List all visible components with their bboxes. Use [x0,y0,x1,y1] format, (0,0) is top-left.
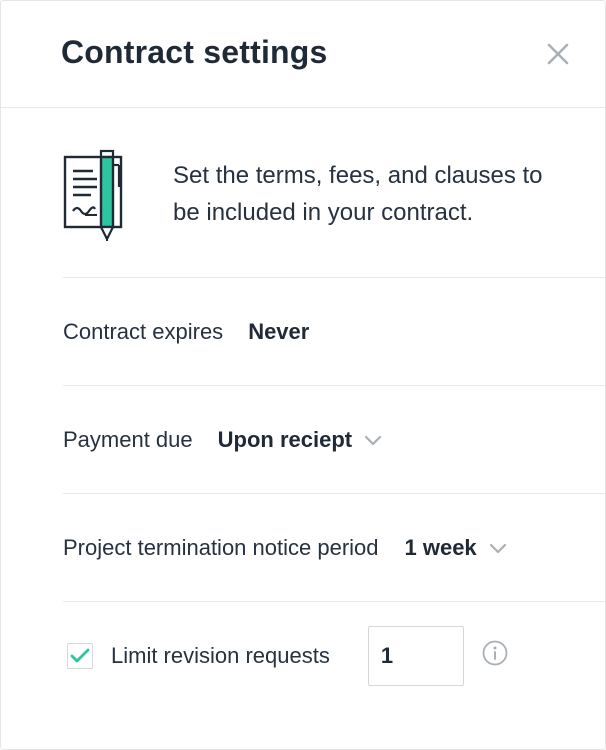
contract-expires-value[interactable]: Never [248,319,309,345]
payment-due-select[interactable]: Upon reciept [218,427,382,453]
revision-limit-label: Limit revision requests [111,642,330,668]
termination-notice-select[interactable]: 1 week [405,535,507,561]
revision-limit-checkbox[interactable] [67,642,93,669]
chevron-down-icon [489,543,506,553]
termination-notice-value: 1 week [404,534,477,560]
notebook-pen-icon [63,149,123,241]
info-button[interactable] [482,640,508,671]
payment-due-label: Payment due [63,426,193,452]
close-button[interactable] [545,41,571,67]
panel-header: Contract settings [1,1,605,108]
chevron-down-icon [365,435,382,445]
contract-settings-panel: Contract settings Set the terms, fees, a… [0,0,606,750]
termination-notice-row: Project termination notice period 1 week [63,494,605,602]
payment-due-value: Upon reciept [217,426,353,452]
revision-limit-row: Limit revision requests [63,602,605,709]
revision-limit-input[interactable] [367,625,464,686]
termination-notice-label: Project termination notice period [63,534,379,560]
panel-title: Contract settings [61,34,328,70]
contract-expires-label: Contract expires [63,318,224,344]
payment-due-row: Payment due Upon reciept [63,386,605,494]
close-icon [547,43,569,65]
checkmark-icon [70,648,90,662]
intro-section: Set the terms, fees, and clauses to be i… [63,108,605,278]
intro-description: Set the terms, fees, and clauses to be i… [173,162,543,226]
info-icon [482,640,508,666]
contract-expires-row: Contract expires Never [63,278,605,386]
